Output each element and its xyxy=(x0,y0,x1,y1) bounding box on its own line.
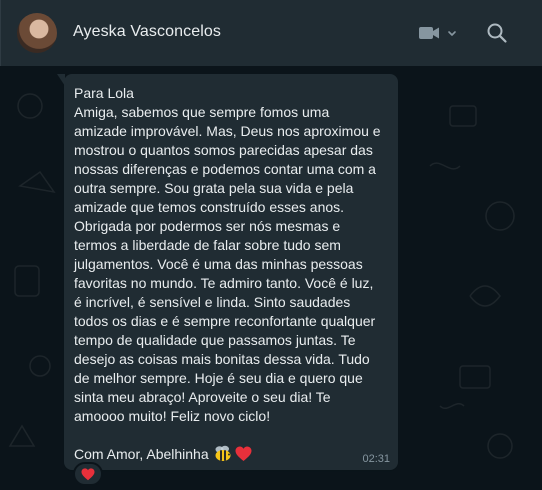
signature-text: Com Amor, Abelhinha xyxy=(74,445,209,462)
chat-area[interactable]: Para Lola Amiga, sabemos que sempre fomo… xyxy=(0,66,542,490)
bee-icon xyxy=(215,445,231,461)
red-heart-icon xyxy=(235,446,252,461)
message-reaction[interactable] xyxy=(73,462,103,486)
message-time: 02:31 xyxy=(362,453,390,465)
search-icon xyxy=(487,23,507,43)
message-text: Para Lola Amiga, sabemos que sempre fomo… xyxy=(74,85,381,424)
chat-header: Ayeska Vasconcelos xyxy=(0,0,542,66)
contact-name[interactable]: Ayeska Vasconcelos xyxy=(73,23,221,41)
red-heart-icon xyxy=(81,467,95,480)
search-button[interactable] xyxy=(485,21,509,45)
avatar[interactable] xyxy=(17,13,57,53)
message-signature: Com Amor, Abelhinha xyxy=(74,445,389,462)
video-call-button[interactable] xyxy=(417,22,461,44)
chevron-down-icon xyxy=(448,31,456,36)
video-call-icon xyxy=(419,27,456,39)
message-bubble[interactable]: Para Lola Amiga, sabemos que sempre fomo… xyxy=(57,74,398,470)
